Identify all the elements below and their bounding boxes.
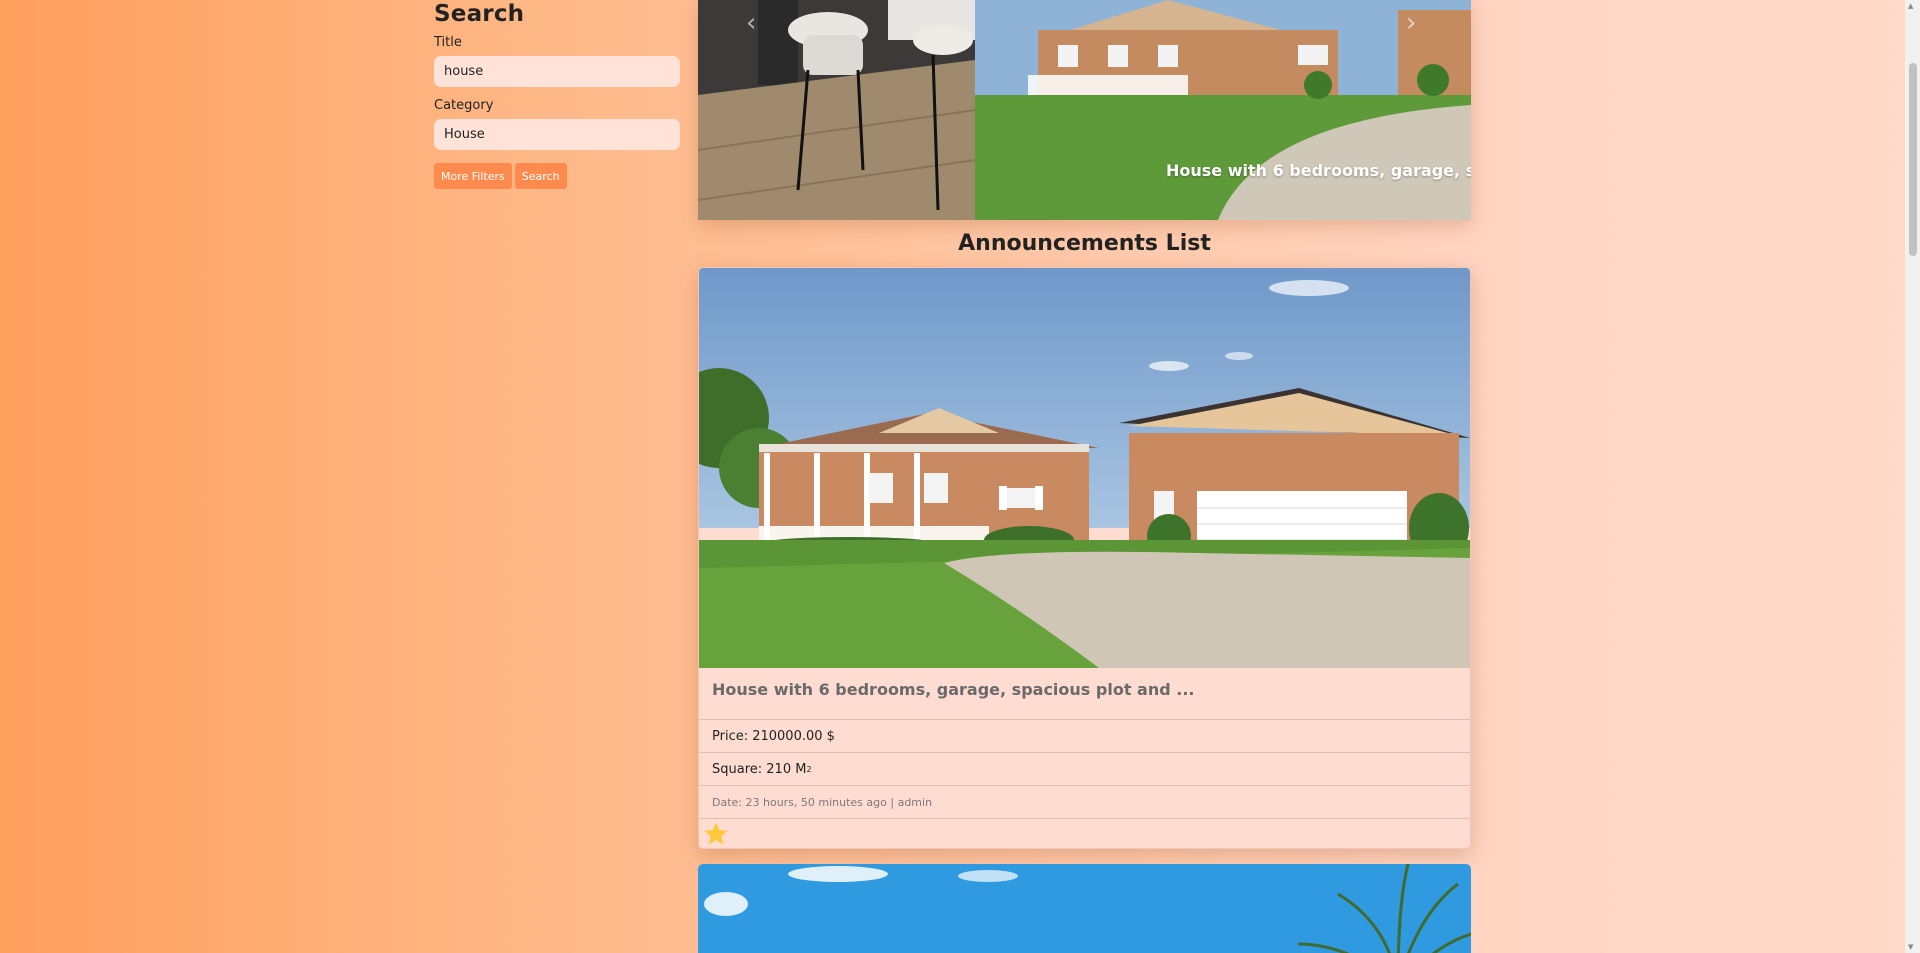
square-text: Square: 210 M xyxy=(712,761,807,777)
featured-carousel[interactable]: ‹ › House with 6 bedrooms, garage, spaci… xyxy=(698,0,1471,220)
page-scrollbar[interactable]: ▲ ▼ xyxy=(1905,0,1920,953)
search-heading: Search xyxy=(434,1,525,27)
scroll-down-icon[interactable]: ▼ xyxy=(1908,943,1913,951)
category-select[interactable]: House xyxy=(434,119,680,150)
announcement-footer xyxy=(699,819,1470,848)
square-unit-exponent: 2 xyxy=(806,764,812,774)
carousel-image xyxy=(698,0,1471,220)
search-actions: More Filters Search xyxy=(434,163,680,189)
announcement-square: Square: 210 M2 xyxy=(699,753,1470,786)
category-label: Category xyxy=(434,98,494,113)
title-label: Title xyxy=(434,35,462,50)
scroll-up-icon[interactable]: ▲ xyxy=(1908,2,1913,10)
title-input[interactable]: house xyxy=(434,56,680,87)
announcement-card-next[interactable] xyxy=(698,864,1471,953)
announcement-image[interactable] xyxy=(699,268,1470,668)
scrollbar-thumb[interactable] xyxy=(1909,63,1917,256)
search-button[interactable]: Search xyxy=(514,163,567,189)
announcement-meta: Date: 23 hours, 50 minutes ago | admin xyxy=(699,786,1470,819)
more-filters-button[interactable]: More Filters xyxy=(434,163,512,189)
announcement-price: Price: 210000.00 $ xyxy=(699,720,1470,753)
carousel-next-button[interactable]: › xyxy=(1406,8,1416,38)
announcement-image-next[interactable] xyxy=(698,864,1471,953)
announcement-title[interactable]: House with 6 bedrooms, garage, spacious … xyxy=(699,668,1470,720)
carousel-prev-button[interactable]: ‹ xyxy=(746,8,756,38)
announcements-heading: Announcements List xyxy=(958,231,1211,256)
announcement-card[interactable]: House with 6 bedrooms, garage, spacious … xyxy=(698,267,1471,849)
carousel-caption: House with 6 bedrooms, garage, spacious xyxy=(1166,161,1471,180)
price-text: Price: 210000.00 $ xyxy=(712,728,835,744)
star-icon[interactable] xyxy=(702,820,730,848)
meta-text: Date: 23 hours, 50 minutes ago | admin xyxy=(712,795,933,809)
search-sidebar: Search Title house Category House More F… xyxy=(434,0,680,189)
